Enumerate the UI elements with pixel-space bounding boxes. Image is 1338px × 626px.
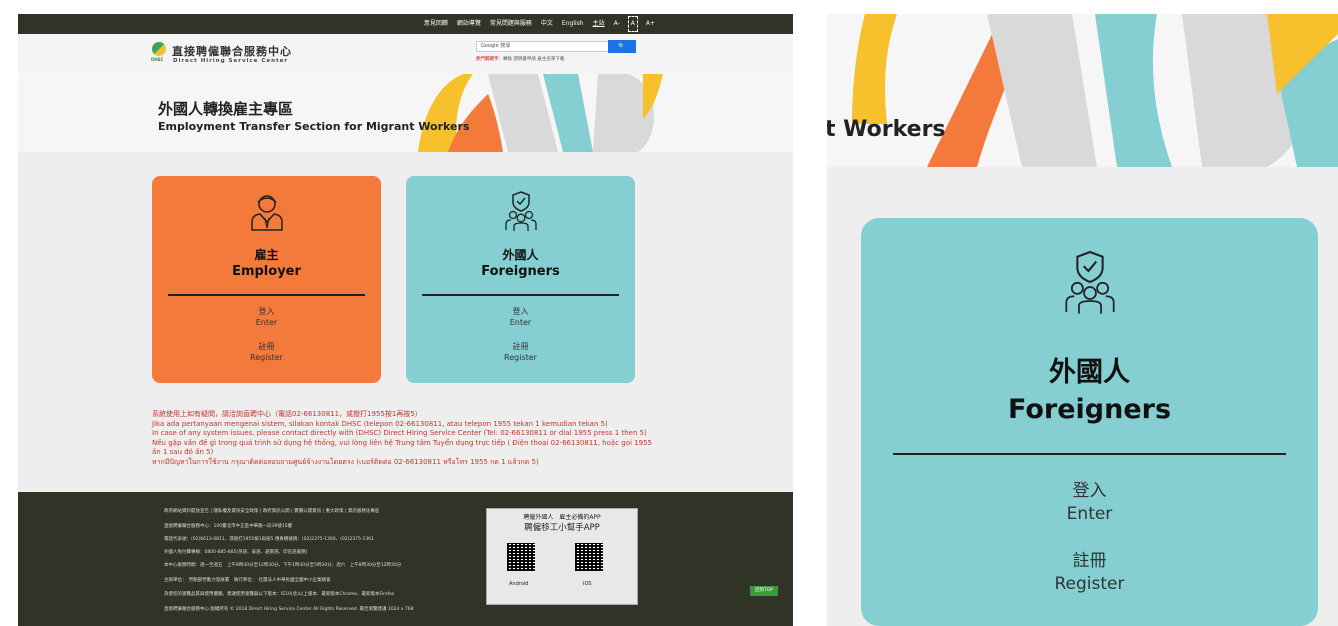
back-to-top-button[interactable]: 回到TOP: [750, 586, 778, 596]
dhsc-logo-icon[interactable]: [152, 42, 166, 56]
top-links: 意見回饋 網站導覽 常見問題與服務 中文 English 主站 A- A A+: [424, 16, 655, 32]
full-page-view: 意見回饋 網站導覽 常見問題與服務 中文 English 主站 A- A A+ …: [0, 0, 793, 626]
footer-copyright: 直接聘僱聯合服務中心 版權所有 © 2018 Direct Hiring Ser…: [164, 607, 414, 612]
foreigner-register-zh[interactable]: 註冊: [406, 341, 635, 352]
hot-keywords-label: 熱門關鍵字：: [476, 57, 503, 62]
logo-title[interactable]: 直接聘僱聯合服務中心: [172, 43, 292, 59]
notice-line-th: หากมีปัญหาในการใช้งาน กรุณาติดต่อสอบถามศ…: [152, 457, 539, 466]
zoomed-foreigners-shield-group-icon: [1064, 250, 1115, 314]
notice-line-zh: 系統使用上如有疑問，請洽詢直聘中心（電話02-66130811，或撥打1955按…: [152, 410, 422, 418]
zoomed-foreigner-card[interactable]: 外國人 Foreigners 登入 Enter 註冊 Register: [861, 218, 1318, 626]
footer-address: 直接聘僱聯合服務中心：100臺北市中正區中華路一段39號15樓: [164, 524, 293, 529]
zoomed-foreigner-register-en[interactable]: Register: [861, 574, 1318, 594]
hot-keywords: 熱門關鍵字：轉換 證明書申請 雇主名單下載: [476, 56, 564, 62]
zoomed-foreigner-title-en: Foreigners: [1007, 394, 1172, 425]
zoomed-foreigner-title-zh: 外國人: [1049, 357, 1130, 388]
ios-label: IOS: [583, 581, 592, 587]
employer-card[interactable]: 雇主 Employer 登入 Enter 註冊 Register: [152, 176, 381, 383]
page-subtitle: Employment Transfer Section for Migrant …: [158, 120, 470, 133]
foreigner-title-en: Foreigners: [481, 264, 560, 279]
zdeco-teal-shape: [1095, 14, 1172, 167]
employer-login-zh[interactable]: 登入: [152, 306, 381, 317]
foreigner-title-zh: 外國人: [502, 248, 539, 262]
top-link-chinese[interactable]: 中文: [541, 17, 553, 31]
font-size-large[interactable]: A+: [646, 17, 655, 31]
top-link-main-site[interactable]: 主站: [593, 17, 605, 31]
employer-login-en[interactable]: Enter: [152, 318, 381, 327]
footer-host[interactable]: 主辦單位： 勞動部勞動力發展署 執行單位： 社團法人中華民國全國中小企業總會: [164, 577, 331, 583]
employer-register-en[interactable]: Register: [152, 353, 381, 362]
footer-hours: 本中心服務時間：週一至週五 上午8時30分至12時30分，下午1時30分至5時3…: [164, 563, 402, 568]
footer-hotline: 外國人免付費專線：0800-885-885(英語、泰語、越南語、印尼語服務): [164, 550, 308, 555]
employer-title-en: Employer: [232, 264, 301, 279]
foreigner-card[interactable]: 外國人 Foreigners 登入 Enter 註冊 Register: [406, 176, 635, 383]
top-link-sitemap[interactable]: 網站導覽: [457, 17, 481, 31]
page-title: 外國人轉換雇主專區: [158, 100, 294, 118]
notice-line-id: Jika ada pertanyaan mengenai sistem, sil…: [152, 419, 608, 428]
zoomed-foreigner-login-zh[interactable]: 登入: [861, 476, 1318, 501]
zoomed-page-subtitle: t Workers: [827, 117, 946, 142]
foreigner-login-zh[interactable]: 登入: [406, 306, 635, 317]
employer-register-zh[interactable]: 註冊: [152, 341, 381, 352]
foreigner-register-en[interactable]: Register: [406, 353, 635, 362]
zdeco-yellow-shape: [852, 14, 897, 124]
footer-phone: 電話代表號：(02)6613-0811，或撥打1955按1再按5 傳真機號碼：(…: [164, 537, 374, 542]
zoomed-foreigner-register-zh[interactable]: 註冊: [861, 546, 1318, 571]
logo-subtitle: Direct Hiring Service Center: [173, 58, 289, 64]
support-notice: 系統使用上如有疑問，請洽詢直聘中心（電話02-66130811，或撥打1955按…: [152, 410, 652, 467]
foreigners-shield-group-icon: [504, 191, 537, 231]
zoomed-hero-banner: t Workers: [827, 14, 1338, 167]
notice-line-vi: Nếu gặp vấn đề gì trong quá trình sử dụn…: [152, 438, 652, 457]
hero-banner: 外國人轉換雇主專區 Employment Transfer Section fo…: [18, 74, 793, 152]
foreigner-divider: [422, 294, 619, 296]
employer-icon: [250, 195, 283, 231]
top-link-feedback[interactable]: 意見回饋: [424, 17, 448, 31]
foreigner-login-en[interactable]: Enter: [406, 318, 635, 327]
app-tagline: 聘僱外國人 雇主必備的APP: [523, 514, 601, 521]
footer-browser: 為使您的瀏覽品質與使用體驗，建議使用瀏覽器以下版本：IE10(含)以上版本、最新…: [164, 592, 395, 597]
zoomed-foreigner-login-en[interactable]: Enter: [861, 504, 1318, 524]
logo-abbr: DHSC: [151, 57, 164, 62]
android-qr-code[interactable]: [507, 543, 535, 571]
android-label: Android: [509, 581, 529, 587]
app-download-box: 聘僱外國人 雇主必備的APP 聘僱移工小幫手APP Android IOS: [486, 508, 638, 605]
top-utility-bar: 意見回饋 網站導覽 常見問題與服務 中文 English 主站 A- A A+: [18, 14, 793, 34]
site-header: DHSC 直接聘僱聯合服務中心 Direct Hiring Service Ce…: [18, 34, 793, 74]
zoomed-hero-decoration: [852, 14, 1338, 167]
zoomed-view: t Workers 外國人 Foreigners 登入 Enter 註冊 Reg…: [827, 0, 1338, 626]
top-link-english[interactable]: English: [562, 17, 584, 31]
ios-qr-code[interactable]: [575, 543, 603, 571]
search-input[interactable]: Google 搜尋: [476, 41, 614, 52]
employer-title-zh: 雇主: [254, 248, 279, 262]
search-button[interactable]: 🔍: [608, 40, 636, 53]
hot-keywords-links[interactable]: 轉換 證明書申請 雇主名單下載: [503, 57, 564, 62]
zoomed-foreigner-divider: [893, 453, 1286, 455]
footer-links[interactable]: 政府網站資料開放宣告 | 隱私權及資訊安全政策 | 政府資訊公開 | 實價公開資…: [164, 508, 379, 514]
app-name: 聘僱移工小幫手APP: [524, 523, 600, 533]
font-size-medium[interactable]: A: [627, 16, 638, 32]
zoomed-main-content: 外國人 Foreigners 登入 Enter 註冊 Register: [827, 167, 1338, 626]
site-footer: 政府網站資料開放宣告 | 隱私權及資訊安全政策 | 政府資訊公開 | 實價公開資…: [18, 492, 793, 626]
notice-line-en: In case of any system issues, please con…: [152, 429, 647, 437]
font-size-small[interactable]: A-: [614, 17, 620, 31]
top-link-faq[interactable]: 常見問題與服務: [490, 17, 532, 31]
employer-divider: [168, 294, 365, 296]
hero-decoration: [418, 74, 663, 152]
